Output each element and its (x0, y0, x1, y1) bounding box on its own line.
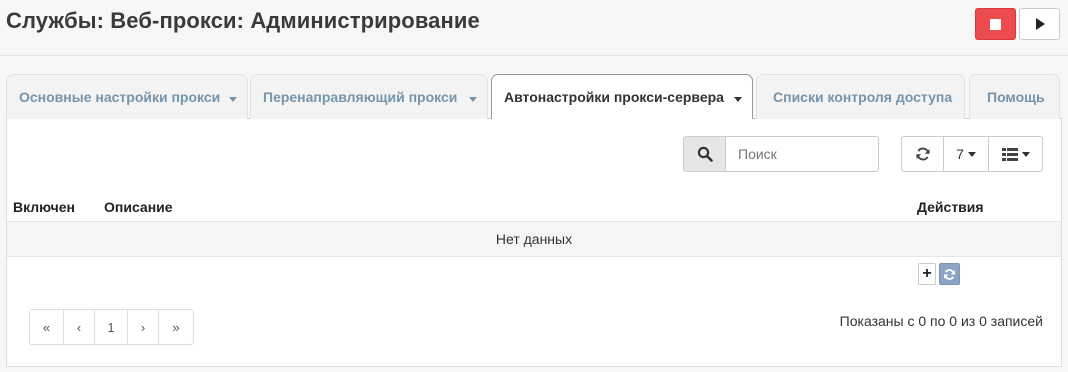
page-title: Службы: Веб-прокси: Администрирование (6, 8, 480, 33)
columns-list-icon (1001, 147, 1018, 161)
page-prev-button[interactable]: ‹ (64, 310, 95, 344)
add-button[interactable]: + (918, 263, 936, 285)
refresh-icon (915, 147, 930, 161)
tab-label: Основные настройки прокси (19, 89, 221, 105)
refresh-icon (943, 268, 956, 280)
page-last-button[interactable]: » (159, 310, 193, 344)
page-next-button[interactable]: › (128, 310, 159, 344)
tab-bar: Основные настройки прокси Перенаправляющ… (6, 74, 1062, 120)
page-1-button[interactable]: 1 (95, 310, 128, 344)
stop-icon (990, 18, 1001, 30)
stop-service-button[interactable] (975, 8, 1016, 40)
refresh-button[interactable] (901, 136, 944, 172)
tab-label: Перенаправляющий прокси (263, 89, 458, 105)
pagination: « ‹ 1 › » (29, 309, 194, 345)
search-input[interactable] (725, 136, 879, 172)
tab-label: Помощь (987, 89, 1045, 105)
empty-table-row: Нет данных (7, 222, 1061, 256)
column-header-description[interactable]: Описание (104, 199, 173, 215)
chevron-down-icon (469, 97, 477, 102)
chevron-down-icon (734, 97, 742, 102)
page-first-button[interactable]: « (30, 310, 64, 344)
search-button[interactable] (683, 136, 726, 172)
divider (7, 256, 1061, 257)
search-icon (697, 146, 713, 162)
page-header: Службы: Веб-прокси: Администрирование (0, 0, 1068, 56)
tab-forward-proxy[interactable]: Перенаправляющий прокси (250, 74, 488, 119)
empty-message: Нет данных (495, 231, 573, 247)
chevron-down-icon (1021, 151, 1030, 157)
plus-icon: + (922, 265, 932, 282)
tab-help[interactable]: Помощь (969, 74, 1060, 119)
column-header-actions: Действия (917, 199, 984, 215)
chevron-down-icon (229, 97, 237, 102)
tab-general-settings[interactable]: Основные настройки прокси (6, 74, 248, 119)
play-icon (1036, 18, 1045, 30)
tab-proxy-auto-config[interactable]: Автонастройки прокси-сервера (491, 74, 753, 120)
chevron-down-icon (967, 151, 976, 157)
records-info: Показаны с 0 по 0 из 0 записей (839, 313, 1043, 329)
columns-dropdown[interactable] (988, 136, 1043, 172)
rows-per-page-value: 7 (956, 146, 964, 162)
content-panel: 7 Включен Описание Действия Нет данных +… (6, 119, 1062, 367)
start-service-button[interactable] (1019, 8, 1060, 40)
rows-per-page-dropdown[interactable]: 7 (943, 136, 989, 172)
reload-button[interactable] (939, 263, 960, 285)
tab-label: Автонастройки прокси-сервера (504, 89, 724, 105)
tab-label: Списки контроля доступа (773, 89, 953, 105)
tab-access-control-lists[interactable]: Списки контроля доступа (756, 74, 965, 119)
column-header-enabled[interactable]: Включен (13, 199, 75, 215)
